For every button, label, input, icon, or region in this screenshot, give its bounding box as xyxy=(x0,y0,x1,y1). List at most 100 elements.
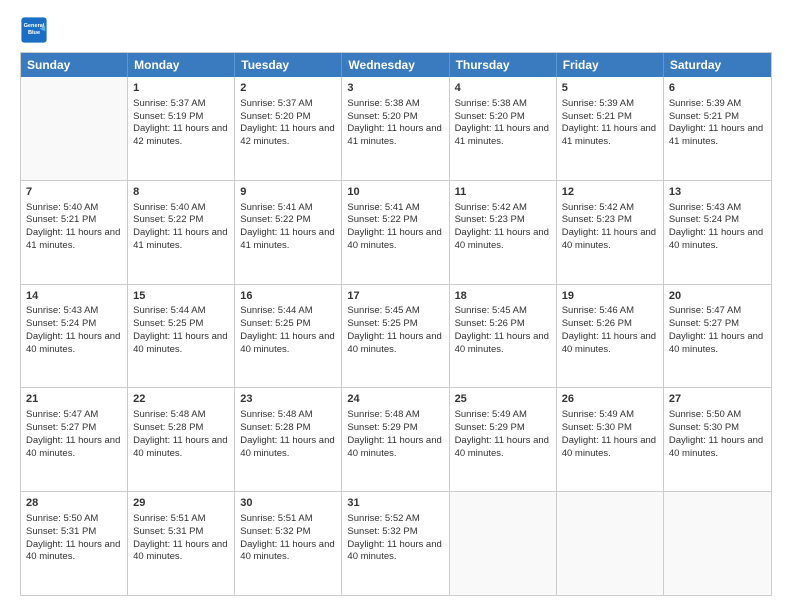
sun-info: Sunrise: 5:43 AMSunset: 5:24 PMDaylight:… xyxy=(26,305,122,356)
day-number: 14 xyxy=(26,289,122,304)
week-row-1: 7Sunrise: 5:40 AMSunset: 5:21 PMDaylight… xyxy=(21,180,771,284)
week-row-0: 1 Sunrise: 5:37 AMSunset: 5:19 PMDaylight… xyxy=(21,77,771,180)
sun-info: Sunrise: 5:41 AMSunset: 5:22 PMDaylight:… xyxy=(347,202,443,253)
day-number: 3 xyxy=(347,81,443,96)
day-number: 5 xyxy=(562,81,658,96)
day-cell-14: 14Sunrise: 5:43 AMSunset: 5:24 PMDayligh… xyxy=(21,285,128,388)
day-number: 27 xyxy=(669,392,766,407)
day-cell-22: 22 Sunrise: 5:48 AMSunset: 5:28 PMDayligh… xyxy=(128,388,235,491)
sun-info: Sunrise: 5:38 AMSunset: 5:20 PMDaylight:… xyxy=(455,98,551,149)
day-cell-30: 30Sunrise: 5:51 AMSunset: 5:32 PMDayligh… xyxy=(235,492,342,595)
day-cell-20: 20Sunrise: 5:47 AMSunset: 5:27 PMDayligh… xyxy=(664,285,771,388)
day-number: 22 xyxy=(133,392,229,407)
day-cell-15: 15Sunrise: 5:44 AMSunset: 5:25 PMDayligh… xyxy=(128,285,235,388)
sun-info: Sunrise: 5:44 AMSunset: 5:25 PMDaylight:… xyxy=(240,305,336,356)
header-day-saturday: Saturday xyxy=(664,53,771,77)
day-cell-21: 21Sunrise: 5:47 AMSunset: 5:27 PMDayligh… xyxy=(21,388,128,491)
sun-info: Sunrise: 5:46 AMSunset: 5:26 PMDaylight:… xyxy=(562,305,658,356)
day-number: 15 xyxy=(133,289,229,304)
day-cell-27: 27 Sunrise: 5:50 AMSunset: 5:30 PMDayligh… xyxy=(664,388,771,491)
day-number: 4 xyxy=(455,81,551,96)
sun-info: Sunrise: 5:44 AMSunset: 5:25 PMDaylight:… xyxy=(133,305,229,356)
day-cell-10: 10 Sunrise: 5:41 AMSunset: 5:22 PMDayligh… xyxy=(342,181,449,284)
day-number: 8 xyxy=(133,185,229,200)
day-cell-23: 23 Sunrise: 5:48 AMSunset: 5:28 PMDayligh… xyxy=(235,388,342,491)
day-cell-empty xyxy=(664,492,771,595)
sun-info: Sunrise: 5:39 AMSunset: 5:21 PMDaylight:… xyxy=(669,98,766,149)
calendar-page: General Blue SundayMondayTuesdayWednesda… xyxy=(0,0,792,612)
day-cell-3: 3 Sunrise: 5:38 AMSunset: 5:20 PMDaylight… xyxy=(342,77,449,180)
day-number: 30 xyxy=(240,496,336,511)
day-number: 20 xyxy=(669,289,766,304)
sun-info: Sunrise: 5:42 AMSunset: 5:23 PMDaylight:… xyxy=(455,202,551,253)
day-cell-6: 6 Sunrise: 5:39 AMSunset: 5:21 PMDaylight… xyxy=(664,77,771,180)
day-cell-2: 2 Sunrise: 5:37 AMSunset: 5:20 PMDaylight… xyxy=(235,77,342,180)
day-number: 28 xyxy=(26,496,122,511)
sun-info: Sunrise: 5:37 AMSunset: 5:19 PMDaylight:… xyxy=(133,98,229,149)
day-cell-1: 1 Sunrise: 5:37 AMSunset: 5:19 PMDaylight… xyxy=(128,77,235,180)
day-cell-13: 13 Sunrise: 5:43 AMSunset: 5:24 PMDayligh… xyxy=(664,181,771,284)
day-number: 24 xyxy=(347,392,443,407)
day-number: 2 xyxy=(240,81,336,96)
header-day-wednesday: Wednesday xyxy=(342,53,449,77)
day-number: 6 xyxy=(669,81,766,96)
sun-info: Sunrise: 5:37 AMSunset: 5:20 PMDaylight:… xyxy=(240,98,336,149)
week-row-4: 28 Sunrise: 5:50 AMSunset: 5:31 PMDayligh… xyxy=(21,491,771,595)
logo: General Blue xyxy=(20,16,52,44)
sun-info: Sunrise: 5:52 AMSunset: 5:32 PMDaylight:… xyxy=(347,513,443,564)
week-row-2: 14Sunrise: 5:43 AMSunset: 5:24 PMDayligh… xyxy=(21,284,771,388)
day-number: 19 xyxy=(562,289,658,304)
day-number: 9 xyxy=(240,185,336,200)
day-number: 17 xyxy=(347,289,443,304)
day-number: 25 xyxy=(455,392,551,407)
day-number: 10 xyxy=(347,185,443,200)
day-cell-24: 24 Sunrise: 5:48 AMSunset: 5:29 PMDayligh… xyxy=(342,388,449,491)
day-cell-empty xyxy=(557,492,664,595)
header-day-tuesday: Tuesday xyxy=(235,53,342,77)
sun-info: Sunrise: 5:48 AMSunset: 5:28 PMDaylight:… xyxy=(133,409,229,460)
day-number: 11 xyxy=(455,185,551,200)
day-cell-5: 5 Sunrise: 5:39 AMSunset: 5:21 PMDaylight… xyxy=(557,77,664,180)
day-number: 26 xyxy=(562,392,658,407)
sun-info: Sunrise: 5:45 AMSunset: 5:26 PMDaylight:… xyxy=(455,305,551,356)
sun-info: Sunrise: 5:50 AMSunset: 5:31 PMDaylight:… xyxy=(26,513,122,564)
header-day-monday: Monday xyxy=(128,53,235,77)
sun-info: Sunrise: 5:43 AMSunset: 5:24 PMDaylight:… xyxy=(669,202,766,253)
sun-info: Sunrise: 5:49 AMSunset: 5:29 PMDaylight:… xyxy=(455,409,551,460)
sun-info: Sunrise: 5:38 AMSunset: 5:20 PMDaylight:… xyxy=(347,98,443,149)
header-day-friday: Friday xyxy=(557,53,664,77)
sun-info: Sunrise: 5:39 AMSunset: 5:21 PMDaylight:… xyxy=(562,98,658,149)
sun-info: Sunrise: 5:47 AMSunset: 5:27 PMDaylight:… xyxy=(669,305,766,356)
week-row-3: 21Sunrise: 5:47 AMSunset: 5:27 PMDayligh… xyxy=(21,387,771,491)
day-cell-9: 9Sunrise: 5:41 AMSunset: 5:22 PMDaylight… xyxy=(235,181,342,284)
day-cell-28: 28 Sunrise: 5:50 AMSunset: 5:31 PMDayligh… xyxy=(21,492,128,595)
sun-info: Sunrise: 5:49 AMSunset: 5:30 PMDaylight:… xyxy=(562,409,658,460)
day-cell-18: 18Sunrise: 5:45 AMSunset: 5:26 PMDayligh… xyxy=(450,285,557,388)
calendar-header: SundayMondayTuesdayWednesdayThursdayFrid… xyxy=(21,53,771,77)
sun-info: Sunrise: 5:40 AMSunset: 5:22 PMDaylight:… xyxy=(133,202,229,253)
logo-icon: General Blue xyxy=(20,16,48,44)
header: General Blue xyxy=(20,16,772,44)
day-cell-17: 17Sunrise: 5:45 AMSunset: 5:25 PMDayligh… xyxy=(342,285,449,388)
sun-info: Sunrise: 5:48 AMSunset: 5:29 PMDaylight:… xyxy=(347,409,443,460)
sun-info: Sunrise: 5:50 AMSunset: 5:30 PMDaylight:… xyxy=(669,409,766,460)
day-cell-empty xyxy=(21,77,128,180)
header-day-thursday: Thursday xyxy=(450,53,557,77)
day-cell-31: 31Sunrise: 5:52 AMSunset: 5:32 PMDayligh… xyxy=(342,492,449,595)
day-cell-25: 25 Sunrise: 5:49 AMSunset: 5:29 PMDayligh… xyxy=(450,388,557,491)
day-cell-19: 19Sunrise: 5:46 AMSunset: 5:26 PMDayligh… xyxy=(557,285,664,388)
day-number: 1 xyxy=(133,81,229,96)
header-day-sunday: Sunday xyxy=(21,53,128,77)
day-number: 16 xyxy=(240,289,336,304)
day-number: 23 xyxy=(240,392,336,407)
sun-info: Sunrise: 5:48 AMSunset: 5:28 PMDaylight:… xyxy=(240,409,336,460)
day-number: 13 xyxy=(669,185,766,200)
sun-info: Sunrise: 5:51 AMSunset: 5:31 PMDaylight:… xyxy=(133,513,229,564)
sun-info: Sunrise: 5:40 AMSunset: 5:21 PMDaylight:… xyxy=(26,202,122,253)
sun-info: Sunrise: 5:47 AMSunset: 5:27 PMDaylight:… xyxy=(26,409,122,460)
day-cell-16: 16Sunrise: 5:44 AMSunset: 5:25 PMDayligh… xyxy=(235,285,342,388)
day-number: 29 xyxy=(133,496,229,511)
day-cell-11: 11 Sunrise: 5:42 AMSunset: 5:23 PMDayligh… xyxy=(450,181,557,284)
day-number: 18 xyxy=(455,289,551,304)
calendar-body: 1 Sunrise: 5:37 AMSunset: 5:19 PMDaylight… xyxy=(21,77,771,595)
